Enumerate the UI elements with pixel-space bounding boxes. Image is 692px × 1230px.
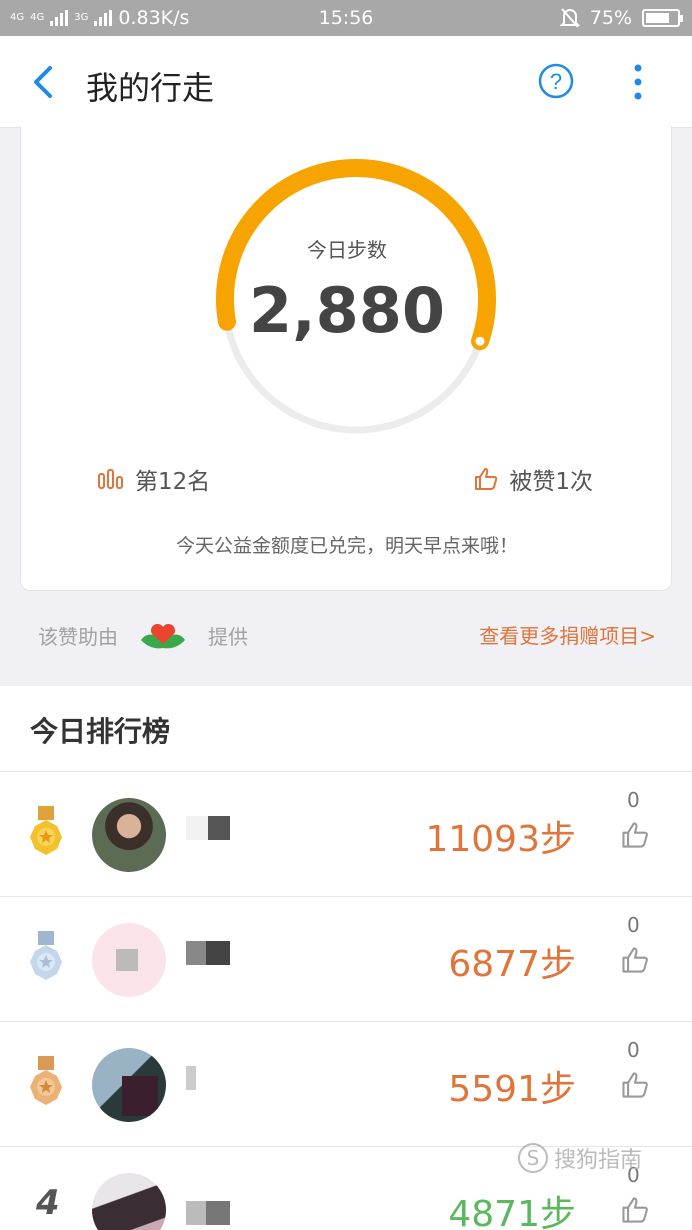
- leaderboard-row[interactable]: 11093步 0: [0, 771, 692, 896]
- step-count: 6877步: [448, 944, 576, 985]
- rank-info[interactable]: 第12名: [97, 462, 210, 496]
- battery-fill: [646, 13, 669, 23]
- user-name-redacted: [186, 941, 246, 969]
- svg-text:?: ?: [550, 69, 562, 94]
- gold-medal-icon: [30, 806, 62, 855]
- user-name-redacted: [186, 1191, 246, 1225]
- step-summary-card: 今日步数 2,880 第12名 被赞1次 今天公益金额度已兑完，明天早点来哦！: [20, 126, 672, 591]
- likes-text: 被赞1次: [509, 469, 593, 495]
- leaderboard-title: 今日排行榜: [30, 715, 171, 748]
- user-name-redacted: [186, 816, 246, 844]
- step-count: 4871步: [448, 1194, 576, 1230]
- chevron-left-icon[interactable]: [28, 62, 60, 102]
- leaderboard-row[interactable]: 6877步 0: [0, 896, 692, 1021]
- bell-muted-icon: [559, 8, 580, 28]
- question-circle-icon[interactable]: ?: [537, 62, 575, 100]
- steps-label: 今日步数: [307, 238, 387, 262]
- rank-number: 4: [36, 1183, 60, 1223]
- vertical-dots-icon[interactable]: [626, 62, 650, 102]
- watermark-text: 搜狗指南: [554, 1148, 643, 1173]
- sponsor-suffix: 提供: [208, 624, 248, 649]
- like-count: 0: [627, 1038, 640, 1062]
- bronze-medal-icon: [30, 1056, 62, 1105]
- user-name-redacted: [186, 1066, 246, 1094]
- watermark: S 搜狗指南: [518, 1142, 642, 1174]
- sponsor-line: 该赞助由 提供: [38, 618, 248, 652]
- page-title: 我的行走: [86, 69, 215, 107]
- bar-chart-icon: [98, 469, 123, 489]
- thumbs-up-icon[interactable]: [620, 1195, 650, 1225]
- sponsor-prefix: 该赞助由: [38, 624, 118, 649]
- thumbs-up-icon[interactable]: [620, 945, 650, 975]
- battery-percent: 75%: [589, 7, 632, 29]
- app-bar: 我的行走 ?: [0, 36, 692, 128]
- status-bar: 4G 4G 3G 0.83K/s 15:56 75%: [0, 0, 692, 36]
- thumbs-up-icon[interactable]: [620, 1070, 650, 1100]
- more-donations-link[interactable]: 查看更多捐赠项目>: [479, 620, 656, 649]
- avatar[interactable]: [92, 923, 166, 997]
- thumbs-up-icon: [475, 468, 498, 490]
- watermark-logo: S: [518, 1143, 548, 1173]
- donation-notice: 今天公益金额度已兑完，明天早点来哦！: [175, 535, 518, 557]
- likes-info[interactable]: 被赞1次: [473, 462, 593, 496]
- steps-value: 2,880: [248, 274, 446, 347]
- silver-medal-icon: [30, 931, 62, 980]
- step-count: 11093步: [425, 819, 576, 860]
- leaderboard-row[interactable]: 5591步 0: [0, 1021, 692, 1146]
- sponsor-logo: [141, 623, 185, 649]
- like-count: 0: [627, 788, 640, 812]
- battery-icon: [642, 9, 683, 27]
- avatar[interactable]: [92, 1048, 166, 1122]
- status-right: 75%: [559, 7, 683, 29]
- thumbs-up-icon[interactable]: [620, 820, 650, 850]
- like-count: 0: [627, 913, 640, 937]
- avatar[interactable]: [92, 798, 166, 872]
- step-count: 5591步: [448, 1069, 576, 1110]
- rank-text: 第12名: [135, 469, 211, 495]
- avatar[interactable]: [92, 1173, 166, 1230]
